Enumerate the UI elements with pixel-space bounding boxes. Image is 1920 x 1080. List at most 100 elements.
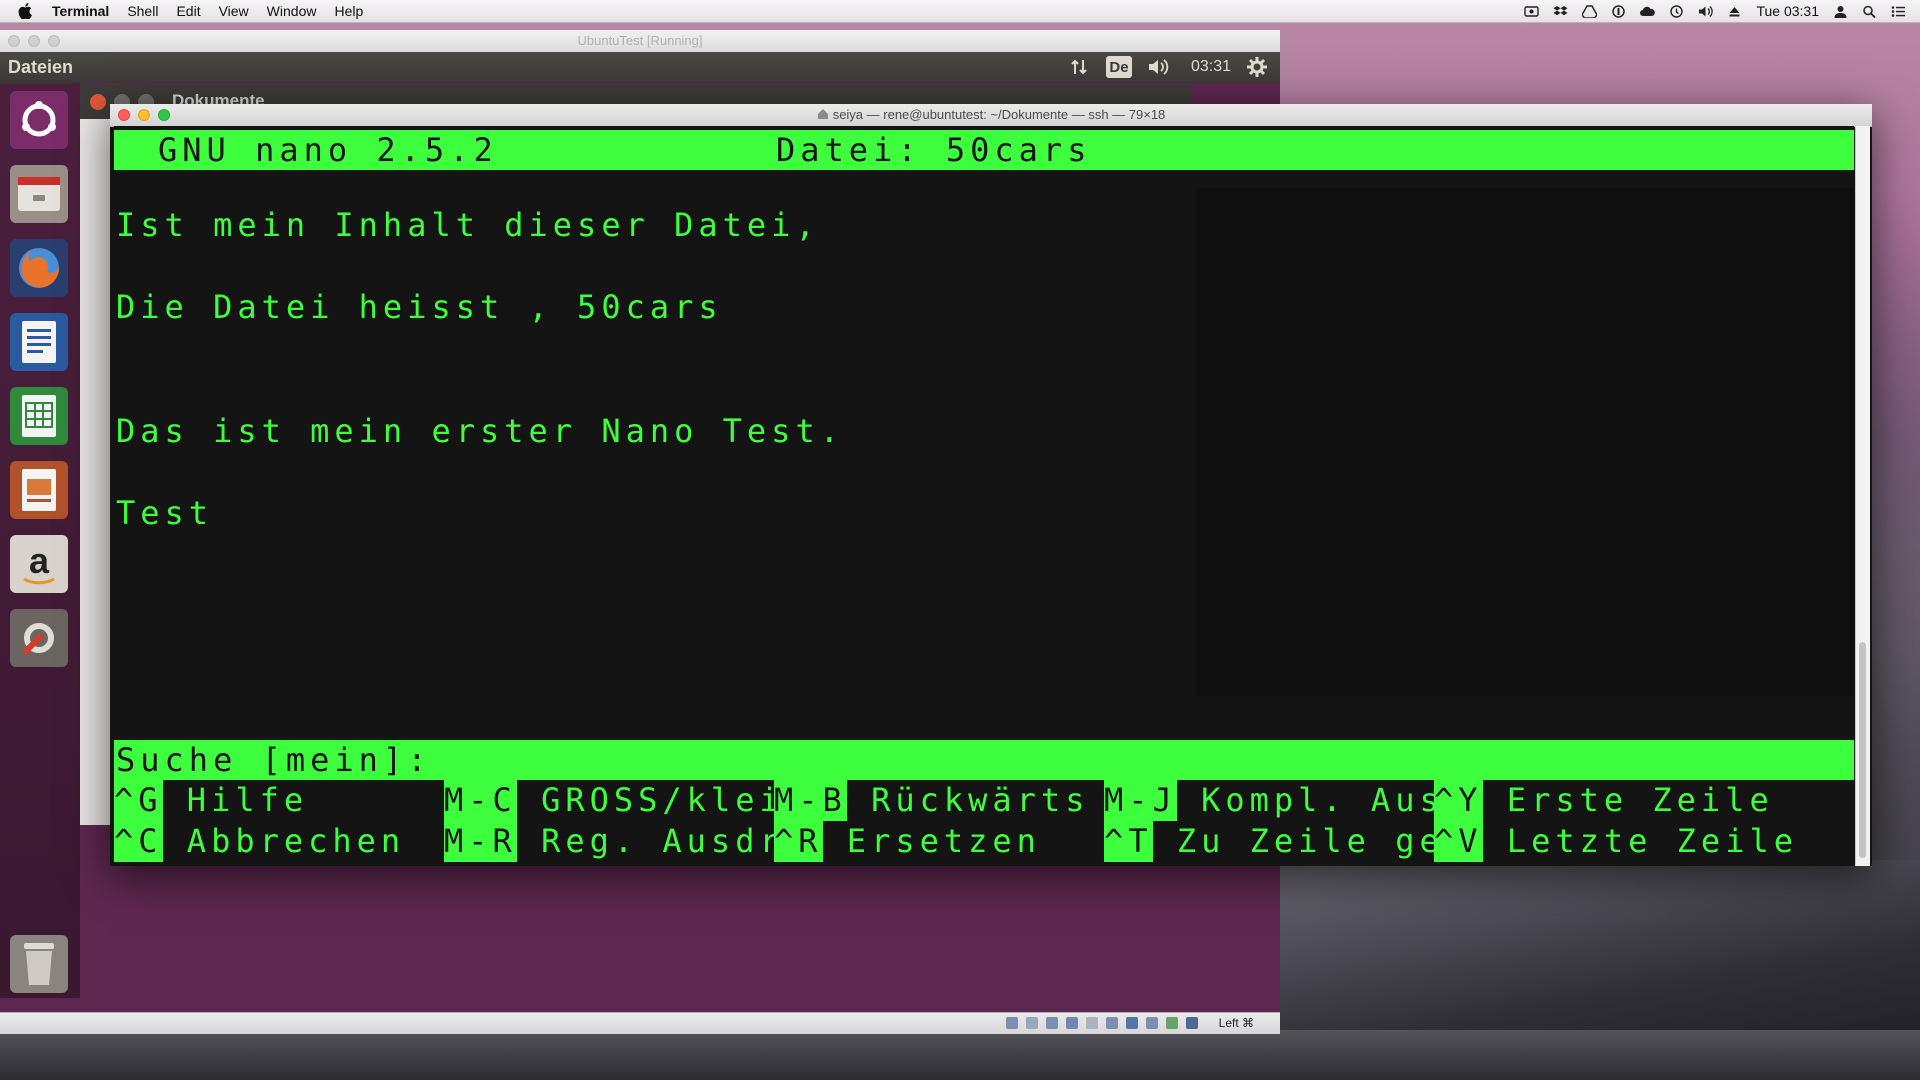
vbox-title: UbuntuTest [Running] xyxy=(577,33,703,48)
ubuntu-panel-app-title[interactable]: Dateien xyxy=(8,57,73,78)
shortcut-label: Erste Zeile xyxy=(1482,781,1774,819)
desktop-wallpaper-ground xyxy=(0,1030,1920,1080)
menu-window[interactable]: Window xyxy=(267,3,317,19)
impress-icon[interactable] xyxy=(10,461,68,519)
terminal-scrollbar[interactable] xyxy=(1855,126,1870,866)
apple-icon[interactable] xyxy=(18,3,36,19)
usb-status-icon[interactable] xyxy=(1086,1017,1098,1029)
virtualbox-statusbar: Left ⌘ xyxy=(0,1012,1280,1034)
vbox-minimize-button[interactable] xyxy=(28,35,40,47)
drive-icon[interactable] xyxy=(1581,4,1599,19)
system-settings-gear-icon[interactable] xyxy=(1244,56,1270,78)
menu-help[interactable]: Help xyxy=(334,3,363,19)
shortcut-label: Abbrechen xyxy=(162,822,406,860)
text-line-3[interactable]: Das ist mein erster Nano Test. xyxy=(116,412,844,450)
text-line-1[interactable]: Ist mein Inhalt dieser Datei, xyxy=(116,206,820,244)
vbox-zoom-button[interactable] xyxy=(48,35,60,47)
svg-text:a: a xyxy=(29,540,50,581)
audio-status-icon[interactable] xyxy=(1046,1017,1058,1029)
firefox-icon[interactable] xyxy=(10,239,68,297)
shortcut-complete[interactable]: M-J Kompl. Ausr xyxy=(1104,780,1468,821)
text-line-4[interactable]: Test xyxy=(116,494,213,532)
shortcut-help[interactable]: ^G Hilfe xyxy=(114,780,308,821)
writer-icon[interactable] xyxy=(10,313,68,371)
terminal-zoom-button[interactable] xyxy=(158,109,170,121)
shortcut-last-line[interactable]: ^V Letzte Zeile xyxy=(1434,821,1798,862)
shortcut-label: Zu Zeile geh xyxy=(1152,822,1468,860)
recording-status-icon[interactable] xyxy=(1146,1017,1158,1029)
ubuntu-launcher: a xyxy=(0,83,80,998)
user-icon[interactable] xyxy=(1833,5,1848,18)
hdd-status-icon[interactable] xyxy=(1006,1017,1018,1029)
cloud-icon[interactable] xyxy=(1640,5,1656,18)
display-status-icon[interactable] xyxy=(1126,1017,1138,1029)
shortcut-case-toggle[interactable]: M-C GROSS/klein xyxy=(444,780,808,821)
terminal-titlebar[interactable]: seiya — rene@ubuntutest: ~/Dokumente — s… xyxy=(110,104,1872,127)
shortcut-key: ^G xyxy=(114,780,163,821)
terminal-scrollbar-thumb[interactable] xyxy=(1859,642,1866,858)
shortcut-key: M-R xyxy=(444,821,517,862)
onepassword-icon[interactable] xyxy=(1611,4,1626,18)
menu-app-name[interactable]: Terminal xyxy=(52,3,109,19)
shortcut-backwards[interactable]: M-B Rückwärts xyxy=(774,780,1089,821)
shortcut-goto-line[interactable]: ^T Zu Zeile geh xyxy=(1104,821,1468,862)
terminal-close-button[interactable] xyxy=(118,109,130,121)
ubuntu-top-panel: Dateien De 03:31 xyxy=(0,52,1280,83)
shortcut-key: M-B xyxy=(774,780,847,821)
nano-file-label: Datei: 50cars xyxy=(776,131,1092,169)
notification-center-icon[interactable] xyxy=(1891,5,1906,18)
shortcut-label: Rückwärts xyxy=(846,781,1090,819)
virtualization-status-icon[interactable] xyxy=(1166,1017,1178,1029)
background-shadow xyxy=(1196,188,1854,696)
shortcut-replace[interactable]: ^R Ersetzen xyxy=(774,821,1041,862)
settings-icon[interactable] xyxy=(10,609,68,667)
menu-view[interactable]: View xyxy=(219,3,249,19)
files-icon[interactable] xyxy=(10,165,68,223)
text-line-2[interactable]: Die Datei heisst , 50cars xyxy=(116,288,723,326)
nautilus-close-button[interactable] xyxy=(90,94,106,110)
shortcut-key: ^T xyxy=(1104,821,1153,862)
amazon-icon[interactable]: a xyxy=(10,535,68,593)
host-key-label: Left ⌘ xyxy=(1218,1016,1254,1030)
nano-editor[interactable]: GNU nano 2.5.2 Datei: 50cars Ist mein In… xyxy=(114,126,1854,866)
spotlight-search-icon[interactable] xyxy=(1862,5,1877,18)
network-transfer-icon[interactable] xyxy=(1066,56,1092,78)
shortcut-regex[interactable]: M-R Reg. Ausdru xyxy=(444,821,808,862)
dropbox-icon[interactable] xyxy=(1553,5,1568,18)
shortcut-key: M-J xyxy=(1104,780,1177,821)
time-machine-icon[interactable] xyxy=(1669,4,1684,18)
calc-icon[interactable] xyxy=(10,387,68,445)
terminal-minimize-button[interactable] xyxy=(138,109,150,121)
shortcut-key: ^C xyxy=(114,821,163,862)
shortcut-cancel[interactable]: ^C Abbrechen xyxy=(114,821,405,862)
menubar-clock[interactable]: Tue 03:31 xyxy=(1756,3,1819,19)
terminal-title: seiya — rene@ubuntutest: ~/Dokumente — s… xyxy=(832,107,1166,122)
nautilus-sidebar xyxy=(80,119,110,825)
menu-shell[interactable]: Shell xyxy=(127,3,158,19)
volume-icon[interactable] xyxy=(1698,5,1714,18)
panel-clock[interactable]: 03:31 xyxy=(1186,56,1236,78)
screen-record-icon[interactable] xyxy=(1524,5,1540,18)
menu-edit[interactable]: Edit xyxy=(176,3,200,19)
nano-search-prompt[interactable]: Suche [mein]: xyxy=(116,740,431,780)
eject-icon[interactable] xyxy=(1727,5,1742,18)
ubuntu-dash-icon[interactable] xyxy=(10,91,68,149)
nano-header-bar: GNU nano 2.5.2 Datei: 50cars xyxy=(114,130,1854,170)
optical-drive-status-icon[interactable] xyxy=(1026,1017,1038,1029)
shortcut-label: GROSS/klein xyxy=(516,781,808,819)
mouse-integration-status-icon[interactable] xyxy=(1186,1017,1198,1029)
sound-icon[interactable] xyxy=(1144,56,1174,78)
trash-icon[interactable] xyxy=(10,935,68,993)
vbox-close-button[interactable] xyxy=(8,35,20,47)
virtualbox-titlebar[interactable]: UbuntuTest [Running] xyxy=(0,30,1280,53)
shortcut-first-line[interactable]: ^Y Erste Zeile xyxy=(1434,780,1774,821)
shortcut-key: ^R xyxy=(774,821,823,862)
home-folder-icon xyxy=(817,105,829,127)
keyboard-layout-indicator[interactable]: De xyxy=(1106,56,1132,78)
mac-menubar: Terminal Shell Edit View Window Help Tue… xyxy=(0,0,1920,23)
network-status-icon[interactable] xyxy=(1066,1017,1078,1029)
nano-search-prompt-bar[interactable]: Suche [mein]: xyxy=(114,740,1854,780)
shortcut-label: Hilfe xyxy=(162,781,309,819)
shared-folders-status-icon[interactable] xyxy=(1106,1017,1118,1029)
shortcut-label: Kompl. Ausr xyxy=(1176,781,1468,819)
